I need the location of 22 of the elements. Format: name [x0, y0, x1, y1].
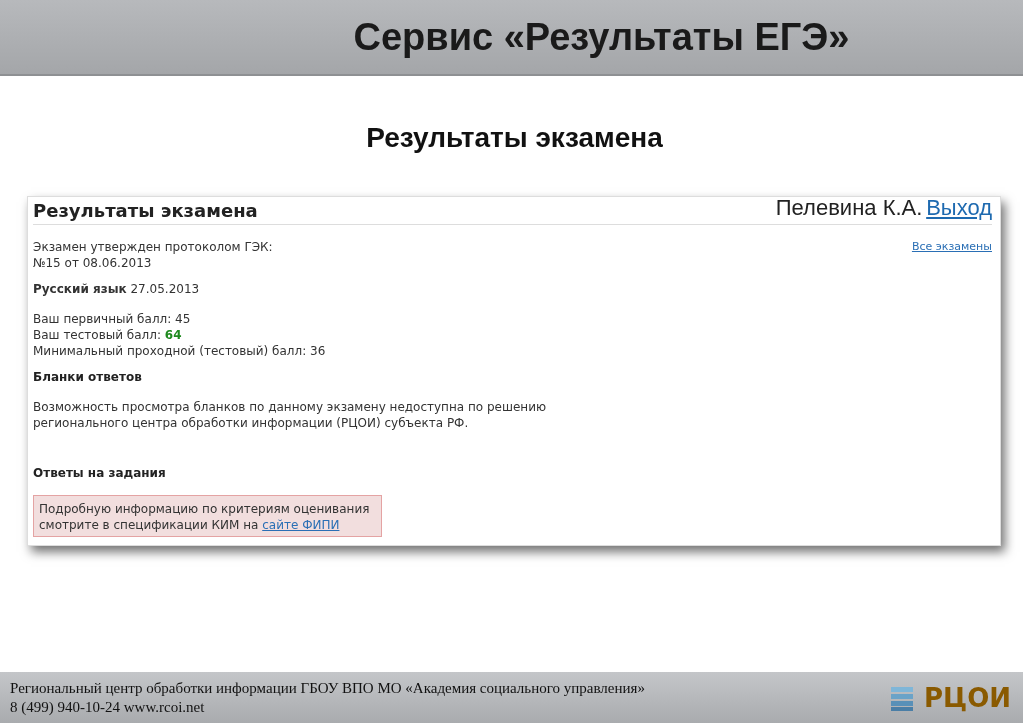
- slide-subtitle: Результаты экзамена: [365, 122, 664, 154]
- all-exams-link[interactable]: Все экзамены: [911, 239, 992, 255]
- section-heading: Ответы на задания: [33, 465, 167, 481]
- fipi-link[interactable]: сайте ФИПИ: [262, 518, 340, 532]
- score-text: Ваш тестовый балл: 64: [33, 327, 183, 343]
- score-text: Минимальный проходной (тестовый) балл: 36: [33, 343, 327, 359]
- user-name: Пелевина К.А.: [775, 195, 923, 220]
- exam-subject-date: Русский язык 27.05.2013: [33, 281, 201, 297]
- logout-link[interactable]: Выход: [926, 195, 992, 220]
- protocol-text: Экзамен утвержден протоколом ГЭК:: [33, 239, 273, 255]
- forms-notice-text: регионального центра обработки информации (РЦОИ) субъекта РФ.: [33, 415, 470, 431]
- section-heading: Бланки ответов: [33, 369, 143, 385]
- page-heading: Результаты экзамена: [33, 203, 258, 219]
- footer-text: 8 (499) 940-10-24 www.rcoi.net: [10, 697, 206, 717]
- note-text: смотрите в спецификации КИМ на: [39, 518, 259, 532]
- score-text: Ваш первичный балл: 45: [33, 311, 192, 327]
- slide-title: Сервис «Результаты ЕГЭ»: [353, 15, 850, 59]
- logo-text: РЦОИ: [922, 681, 1012, 714]
- protocol-text: №15 от 08.06.2013: [33, 255, 153, 271]
- footer-text: Региональный центр обработки информации ГБОУ ВПО МО «Академия социального управления»: [10, 678, 645, 698]
- forms-notice-text: Возможность просмотра бланков по данному экзамену недоступна по решению: [33, 399, 548, 415]
- note-text: Подробную информацию по критериям оценивания: [39, 502, 370, 516]
